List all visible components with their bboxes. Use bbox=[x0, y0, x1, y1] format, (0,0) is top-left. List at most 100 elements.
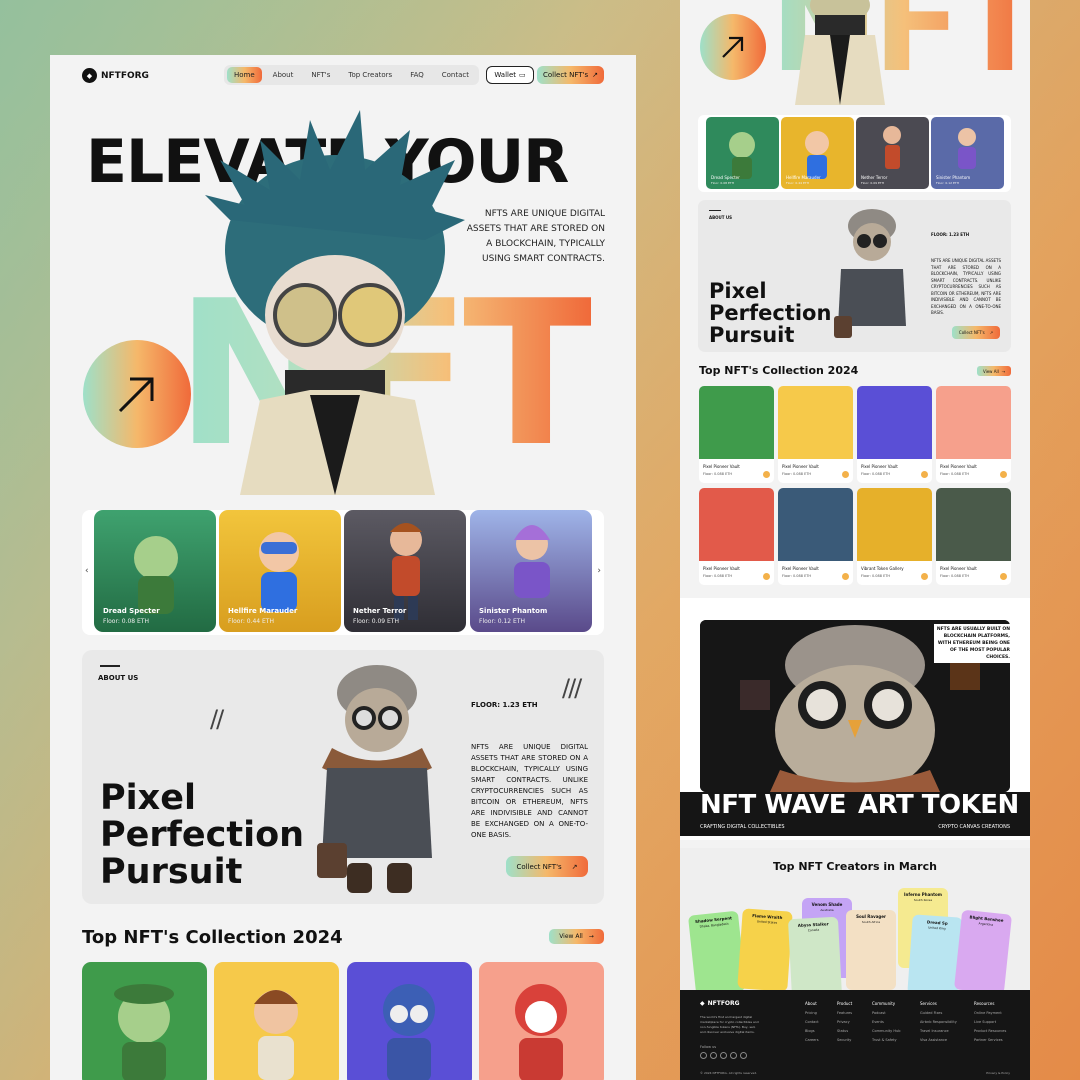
footer-link[interactable]: Airbnb Responsibility bbox=[920, 1020, 957, 1024]
featured-card[interactable]: Dread Specter Floor: 0.08 ETH bbox=[94, 510, 216, 632]
featured-card[interactable]: Nether Terror Floor: 0.09 ETH bbox=[344, 510, 466, 632]
footer-link[interactable]: Status bbox=[837, 1029, 852, 1033]
featured-card[interactable]: Hellfire Marauder Floor: 0.44 ETH bbox=[781, 117, 854, 189]
collection-card[interactable]: Pixel Pioneer Vault Floor: 0.088 ETH bbox=[778, 488, 853, 585]
footer-link[interactable]: Community Hub bbox=[872, 1029, 900, 1033]
featured-name: Hellfire Marauder bbox=[228, 607, 298, 615]
footer-link[interactable]: Features bbox=[837, 1011, 852, 1015]
footer-link[interactable]: Pricing bbox=[805, 1011, 819, 1015]
footer-link[interactable]: Guided Fixes bbox=[920, 1011, 957, 1015]
nft-image bbox=[699, 386, 774, 459]
collection-card[interactable]: Pixel Pioneer Vault Floor: 0.088 ETH bbox=[778, 386, 853, 483]
footer-link[interactable]: Contact bbox=[805, 1020, 819, 1024]
social-icon[interactable] bbox=[710, 1052, 717, 1059]
collect-label: Collect NFT's bbox=[542, 71, 589, 79]
arrow-up-right-icon: ↗ bbox=[592, 71, 599, 79]
collection-card[interactable]: Pixel Pioneer Vault Floor: 0.088 ETH bbox=[936, 488, 1011, 585]
collection-card[interactable] bbox=[347, 962, 472, 1080]
featured-card[interactable]: Dread Specter Floor: 0.08 ETH bbox=[706, 117, 779, 189]
featured-name: Sinister Phantom bbox=[479, 607, 548, 615]
featured-card[interactable]: Sinister Phantom Floor: 0.12 ETH bbox=[931, 117, 1004, 189]
about-collect-button[interactable]: Collect NFT's ↗ bbox=[506, 856, 588, 877]
footer-description: The world's first and largest digital ma… bbox=[700, 1015, 759, 1034]
creator-location: Australia bbox=[820, 908, 834, 912]
collection-card[interactable]: Pixel Pioneer Vault Floor: 0.088 ETH bbox=[699, 488, 774, 585]
nav-item-contact[interactable]: Contact bbox=[435, 67, 476, 83]
social-icon[interactable] bbox=[730, 1052, 737, 1059]
featured-floor: Floor: 0.09 ETH bbox=[353, 618, 399, 625]
featured-card[interactable]: Sinister Phantom Floor: 0.12 ETH bbox=[470, 510, 592, 632]
brand-logo[interactable]: ◆ NFTFORG bbox=[82, 68, 149, 83]
coin-icon bbox=[763, 471, 770, 478]
about-text: NFTS ARE UNIQUE DIGITAL ASSETS THAT ARE … bbox=[931, 258, 1001, 315]
nav-item-about[interactable]: About bbox=[266, 67, 301, 83]
nav-item-home[interactable]: Home bbox=[227, 67, 262, 83]
about-collect-button[interactable]: Collect NFT's ↗ bbox=[952, 326, 1000, 339]
featured-floor: Floor: 0.09 ETH bbox=[861, 181, 884, 185]
collection-card[interactable] bbox=[479, 962, 604, 1080]
footer-link[interactable]: Travel Insurance bbox=[920, 1029, 957, 1033]
about-section: ABOUT US FLOOR: 1.23 ETH NFTS ARE UNIQUE… bbox=[698, 200, 1011, 352]
view-all-button[interactable]: View All → bbox=[549, 929, 604, 944]
nft-name: Pixel Pioneer Vault bbox=[782, 464, 819, 469]
creator-card[interactable]: Soul Ravager South Africa bbox=[846, 910, 896, 990]
footer-logo[interactable]: ◆ NFTFORG bbox=[700, 1000, 740, 1007]
coin-icon bbox=[1000, 471, 1007, 478]
footer-link[interactable]: Security bbox=[837, 1038, 852, 1042]
creator-location: South Korea bbox=[913, 898, 933, 902]
social-icon[interactable] bbox=[740, 1052, 747, 1059]
footer-link[interactable]: Podcast bbox=[872, 1011, 900, 1015]
coin-icon bbox=[842, 471, 849, 478]
footer-link[interactable]: Live Support bbox=[974, 1020, 1006, 1024]
footer-link[interactable]: Visa Assistance bbox=[920, 1038, 957, 1042]
nav-item-faq[interactable]: FAQ bbox=[403, 67, 431, 83]
slash-decoration: // bbox=[210, 705, 224, 733]
footer-link[interactable]: Online Payment bbox=[974, 1011, 1006, 1015]
nft-image bbox=[778, 488, 853, 561]
collection-card[interactable]: Pixel Pioneer Vault Floor: 0.088 ETH bbox=[857, 386, 932, 483]
coin-icon bbox=[921, 471, 928, 478]
collection-card[interactable] bbox=[82, 962, 207, 1080]
nav-item-top-creators[interactable]: Top Creators bbox=[341, 67, 399, 83]
hero-arrow-button[interactable] bbox=[83, 340, 191, 448]
featured-floor: Floor: 0.44 ETH bbox=[786, 181, 809, 185]
social-icon[interactable] bbox=[700, 1052, 707, 1059]
collection-card[interactable]: Pixel Pioneer Vault Floor: 0.088 ETH bbox=[699, 386, 774, 483]
creator-card[interactable]: Blight Banshee Argentina bbox=[953, 909, 1013, 995]
collection-card[interactable]: Pixel Pioneer Vault Floor: 0.088 ETH bbox=[936, 386, 1011, 483]
view-all-button[interactable]: View All → bbox=[977, 366, 1011, 376]
hero-arrow-button[interactable] bbox=[700, 14, 766, 80]
footer-link[interactable]: Privacy bbox=[837, 1020, 852, 1024]
creator-name: Inferno Phantom bbox=[904, 892, 942, 897]
footer-link[interactable]: Careers bbox=[805, 1038, 819, 1042]
privacy-link[interactable]: Privacy & Policy bbox=[986, 1071, 1010, 1075]
wallet-button[interactable]: Wallet ▭ bbox=[486, 66, 534, 84]
collection-card[interactable] bbox=[214, 962, 339, 1080]
chevron-left-icon[interactable]: ‹ bbox=[85, 566, 89, 576]
nft-price: Floor: 0.088 ETH bbox=[861, 472, 891, 476]
wave-note: NFTS ARE USUALLY BUILT ON BLOCKCHAIN PLA… bbox=[934, 624, 1012, 663]
coin-icon bbox=[842, 573, 849, 580]
about-headline-line: Pursuit bbox=[709, 323, 795, 347]
footer-column: Services Guided Fixes Airbnb Responsibili… bbox=[920, 1001, 957, 1042]
footer-link[interactable]: Trust & Safety bbox=[872, 1038, 900, 1042]
social-icon[interactable] bbox=[720, 1052, 727, 1059]
footer-link[interactable]: Blogs bbox=[805, 1029, 819, 1033]
creator-card[interactable]: Flame Wraith United States bbox=[737, 908, 793, 992]
featured-card[interactable]: Nether Terror Floor: 0.09 ETH bbox=[856, 117, 929, 189]
footer-link[interactable]: Product Resources bbox=[974, 1029, 1006, 1033]
chevron-right-icon[interactable]: › bbox=[597, 566, 601, 576]
nft-image bbox=[936, 488, 1011, 561]
footer-link[interactable]: Partner Services bbox=[974, 1038, 1006, 1042]
collection-card[interactable]: Vibrant Token Gallery Floor: 0.088 ETH bbox=[857, 488, 932, 585]
nav-item-nfts[interactable]: NFT's bbox=[304, 67, 337, 83]
footer-link[interactable]: Events bbox=[872, 1020, 900, 1024]
creator-card[interactable]: Abyss Stalker Canada bbox=[787, 916, 843, 1000]
featured-card[interactable]: Hellfire Marauder Floor: 0.44 ETH bbox=[219, 510, 341, 632]
collect-nfts-button[interactable]: Collect NFT's ↗ bbox=[537, 66, 604, 84]
top-nav: ◆ NFTFORG Home About NFT's Top Creators … bbox=[50, 55, 636, 95]
nft-image bbox=[857, 488, 932, 561]
nav-menu: Home About NFT's Top Creators FAQ Contac… bbox=[224, 65, 479, 85]
logo-icon: ◆ bbox=[82, 68, 97, 83]
creator-name: Venom Shade bbox=[811, 902, 843, 907]
